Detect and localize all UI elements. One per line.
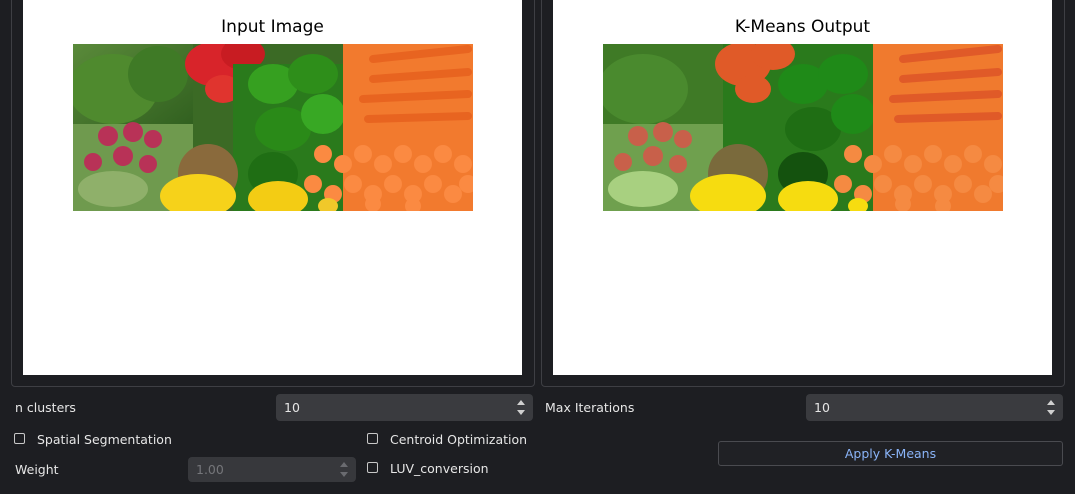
output-image-canvas: K-Means Output — [553, 0, 1052, 375]
input-image-title: Input Image — [221, 17, 324, 37]
apply-kmeans-button[interactable]: Apply K-Means — [718, 441, 1063, 466]
centroid-optimization-checkbox[interactable] — [367, 433, 378, 444]
luv-conversion-checkbox[interactable] — [367, 462, 378, 473]
weight-value: 1.00 — [196, 462, 224, 477]
spatial-segmentation-checkbox[interactable] — [14, 433, 25, 444]
spin-arrows-icon[interactable] — [517, 399, 525, 416]
centroid-optimization-label: Centroid Optimization — [390, 432, 528, 447]
n-clusters-spinbox[interactable]: 10 — [276, 394, 533, 421]
output-image-title: K-Means Output — [734, 17, 871, 37]
weight-spinbox[interactable]: 1.00 — [188, 457, 356, 482]
spatial-segmentation-label: Spatial Segmentation — [37, 432, 172, 447]
input-vegetable-image — [73, 44, 473, 211]
luv-conversion-label: LUV_conversion — [390, 461, 489, 476]
max-iterations-value: 10 — [814, 400, 830, 415]
max-iterations-spinbox[interactable]: 10 — [806, 394, 1063, 421]
weight-label: Weight — [15, 462, 59, 477]
n-clusters-label: n clusters — [15, 400, 76, 415]
spin-arrows-icon[interactable] — [1047, 399, 1055, 416]
input-image-canvas: Input Image — [23, 0, 522, 375]
output-vegetable-image — [603, 44, 1003, 211]
n-clusters-value: 10 — [284, 400, 300, 415]
kmeans-output-panel: K-Means Output — [541, 0, 1065, 387]
input-image-panel: Input Image — [11, 0, 535, 387]
max-iterations-label: Max Iterations — [545, 400, 635, 415]
spin-arrows-icon[interactable] — [340, 461, 348, 478]
